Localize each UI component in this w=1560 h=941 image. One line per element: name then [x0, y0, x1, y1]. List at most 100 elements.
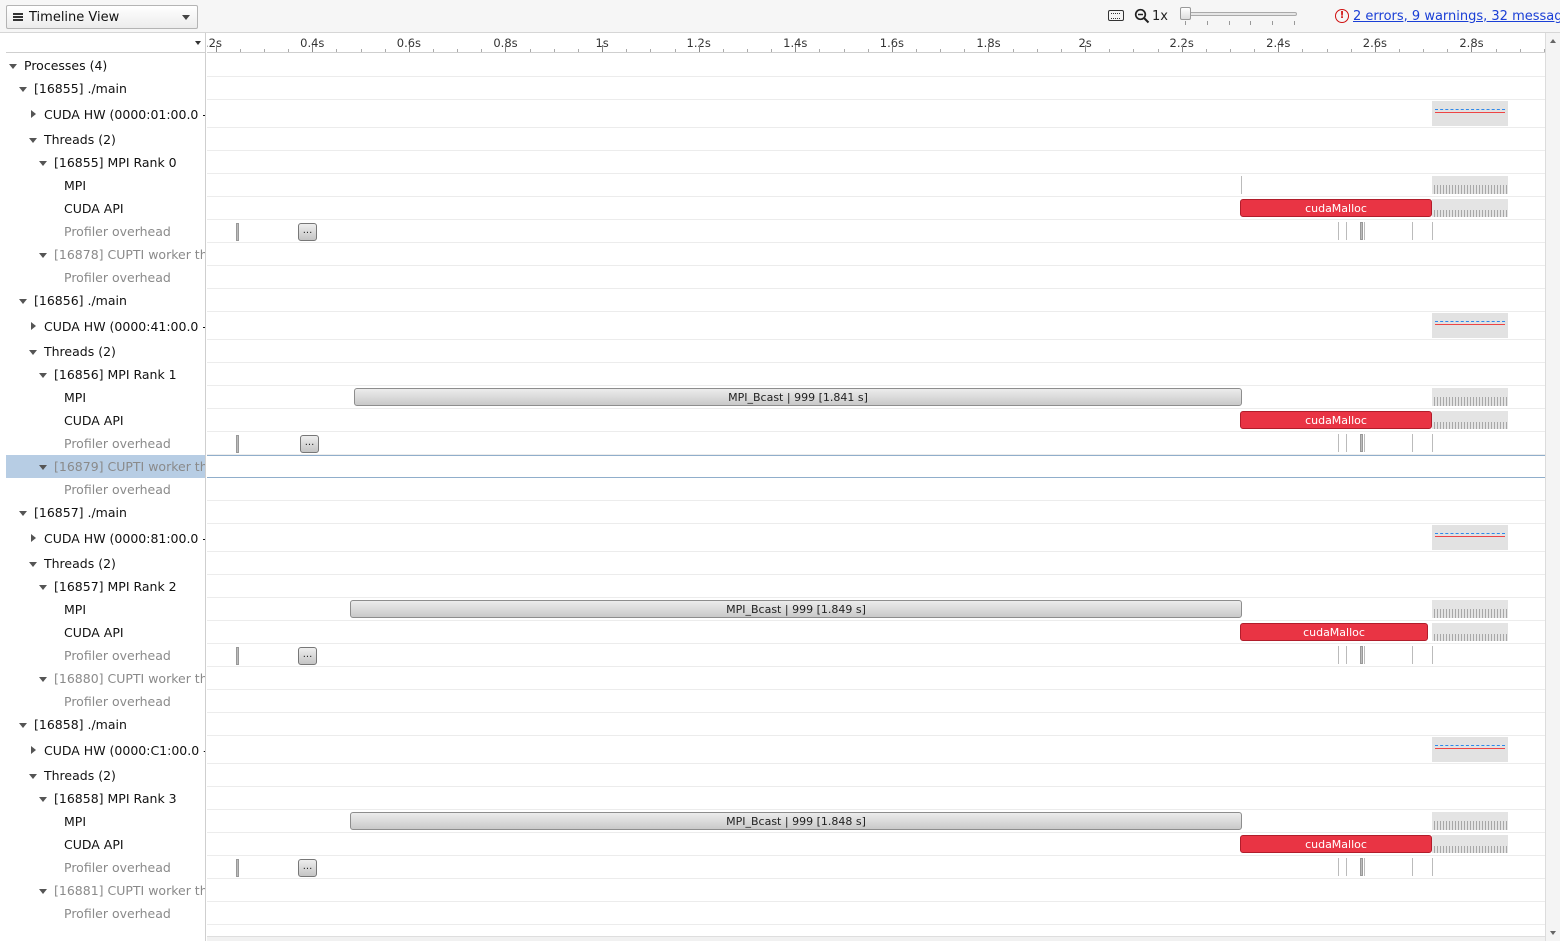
tree-item-process[interactable]: [16855] ./main [6, 77, 205, 100]
expand-down-icon[interactable] [8, 61, 18, 71]
tree-item-profiler-overhead[interactable]: Profiler overhead [6, 220, 205, 243]
overhead-marker[interactable] [1346, 222, 1347, 240]
tree-item-mpi-rank[interactable]: [16855] MPI Rank 0 [6, 151, 205, 174]
overhead-marker[interactable] [1360, 222, 1363, 240]
overhead-marker[interactable] [236, 859, 239, 877]
expand-down-icon[interactable] [28, 347, 38, 357]
tree-item-cupti-worker[interactable]: [16878] CUPTI worker thr [6, 243, 205, 266]
overhead-marker[interactable] [236, 223, 239, 241]
expand-down-icon[interactable] [38, 462, 48, 472]
zoom-slider[interactable] [1180, 6, 1300, 26]
expand-down-icon[interactable] [38, 674, 48, 684]
mpi-event-cluster[interactable] [1432, 176, 1508, 194]
expand-down-icon[interactable] [18, 84, 28, 94]
cuda-malloc-bar[interactable]: cudaMalloc [1240, 623, 1428, 641]
expand-down-icon[interactable] [18, 296, 28, 306]
mpi-bcast-bar[interactable]: MPI_Bcast | 999 [1.841 s] [354, 388, 1242, 406]
cuda-api-event-cluster[interactable] [1432, 199, 1508, 217]
tree-item-threads[interactable]: Threads (2) [6, 552, 205, 575]
cuda-api-event-cluster[interactable] [1432, 623, 1508, 641]
expand-down-icon[interactable] [18, 720, 28, 730]
tree-item-mpi[interactable]: MPI [6, 386, 205, 409]
time-ruler[interactable]: .2s0.4s0.6s0.8s1s1.2s1.4s1.6s1.8s2s2.2s2… [207, 33, 1545, 53]
cuda-api-event-cluster[interactable] [1432, 835, 1508, 853]
overhead-marker[interactable] [1364, 222, 1365, 240]
overhead-marker[interactable] [1364, 646, 1365, 664]
tree-item-profiler-overhead[interactable]: Profiler overhead [6, 856, 205, 879]
mpi-bcast-bar[interactable]: MPI_Bcast | 999 [1.848 s] [350, 812, 1242, 830]
tree-item-processes[interactable]: Processes (4) [6, 54, 205, 77]
overhead-marker[interactable] [236, 647, 239, 665]
overhead-marker[interactable] [1412, 646, 1413, 664]
overhead-marker[interactable] [1338, 858, 1339, 876]
gpu-activity-block[interactable] [1432, 737, 1508, 762]
cuda-malloc-bar[interactable]: cudaMalloc [1240, 411, 1432, 429]
expand-down-icon[interactable] [28, 559, 38, 569]
zoom-slider-thumb[interactable] [1180, 7, 1191, 20]
tree-item-process[interactable]: [16857] ./main [6, 501, 205, 524]
overhead-marker[interactable] [1346, 646, 1347, 664]
expand-down-icon[interactable] [18, 508, 28, 518]
tree-item-cuda-api[interactable]: CUDA API [6, 197, 205, 220]
cuda-api-event-cluster[interactable] [1432, 411, 1508, 429]
tree-item-profiler-overhead[interactable]: Profiler overhead [6, 644, 205, 667]
overhead-marker[interactable] [236, 435, 239, 453]
gpu-activity-block[interactable] [1432, 525, 1508, 550]
expand-down-icon[interactable] [38, 370, 48, 380]
expand-right-icon[interactable] [28, 321, 38, 331]
mpi-event-cluster[interactable] [1432, 388, 1508, 406]
expand-down-icon[interactable] [38, 250, 48, 260]
gpu-activity-block[interactable] [1432, 101, 1508, 126]
tree-item-cuda-hw[interactable]: CUDA HW (0000:41:00.0 - [6, 312, 205, 340]
collapsed-events-button[interactable]: ... [300, 435, 319, 453]
overhead-marker[interactable] [1364, 858, 1365, 876]
tree-item-cuda-api[interactable]: CUDA API [6, 833, 205, 856]
overhead-marker[interactable] [1360, 434, 1363, 452]
tree-item-cuda-api[interactable]: CUDA API [6, 409, 205, 432]
tree-item-mpi[interactable]: MPI [6, 598, 205, 621]
view-selector-dropdown[interactable]: Timeline View [6, 5, 198, 29]
scroll-down-icon[interactable] [1550, 931, 1556, 935]
overhead-marker[interactable] [1432, 646, 1433, 664]
tree-item-cuda-api[interactable]: CUDA API [6, 621, 205, 644]
tree-item-threads[interactable]: Threads (2) [6, 764, 205, 787]
expand-down-icon[interactable] [38, 582, 48, 592]
tree-item-cupti-worker[interactable]: [16881] CUPTI worker thr [6, 879, 205, 902]
overhead-marker[interactable] [1346, 434, 1347, 452]
tree-item-mpi[interactable]: MPI [6, 174, 205, 197]
zoom-icon[interactable] [1134, 8, 1150, 24]
overhead-marker[interactable] [1432, 222, 1433, 240]
overhead-marker[interactable] [1360, 646, 1363, 664]
tree-item-cuda-hw[interactable]: CUDA HW (0000:01:00.0 - [6, 100, 205, 128]
expand-down-icon[interactable] [38, 158, 48, 168]
overhead-marker[interactable] [1338, 434, 1339, 452]
mpi-event-cluster[interactable] [1432, 600, 1508, 618]
tree-item-profiler-overhead[interactable]: Profiler overhead [6, 690, 205, 713]
overhead-marker[interactable] [1412, 222, 1413, 240]
overhead-marker[interactable] [1432, 858, 1433, 876]
expand-down-icon[interactable] [28, 135, 38, 145]
overhead-marker[interactable] [1364, 434, 1365, 452]
vertical-scrollbar[interactable] [1545, 33, 1560, 941]
expand-right-icon[interactable] [28, 109, 38, 119]
overhead-marker[interactable] [1412, 434, 1413, 452]
tree-item-cupti-worker[interactable]: [16880] CUPTI worker thr [6, 667, 205, 690]
collapsed-events-button[interactable]: ... [298, 647, 317, 665]
scroll-up-icon[interactable] [1550, 39, 1556, 43]
expand-down-icon[interactable] [28, 771, 38, 781]
collapsed-events-button[interactable]: ... [298, 223, 317, 241]
tree-item-process[interactable]: [16858] ./main [6, 713, 205, 736]
keyboard-icon[interactable] [1108, 10, 1124, 21]
tree-item-profiler-overhead[interactable]: Profiler overhead [6, 478, 205, 501]
tree-item-profiler-overhead[interactable]: Profiler overhead [6, 902, 205, 925]
tree-item-threads[interactable]: Threads (2) [6, 340, 205, 363]
column-menu-icon[interactable] [195, 41, 201, 45]
mpi-event-cluster[interactable] [1432, 812, 1508, 830]
tree-item-process[interactable]: [16856] ./main [6, 289, 205, 312]
tree-item-cuda-hw[interactable]: CUDA HW (0000:81:00.0 - [6, 524, 205, 552]
event-marker[interactable] [1241, 176, 1242, 194]
tree-item-mpi-rank[interactable]: [16856] MPI Rank 1 [6, 363, 205, 386]
expand-right-icon[interactable] [28, 533, 38, 543]
collapsed-events-button[interactable]: ... [298, 859, 317, 877]
tree-item-cuda-hw[interactable]: CUDA HW (0000:C1:00.0 - [6, 736, 205, 764]
